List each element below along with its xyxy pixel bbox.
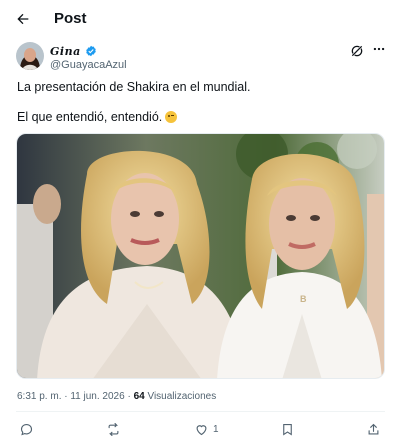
avatar[interactable]: [16, 42, 44, 70]
tweet-text-line-1: La presentación de Shakira en el mundial…: [17, 80, 251, 94]
like-button[interactable]: 1: [194, 420, 219, 438]
repost-icon: [108, 422, 119, 436]
reply-icon: [20, 423, 33, 435]
tweet-text-line-2-content: El que entendió, entendió.: [17, 110, 163, 124]
bookmark-icon: [283, 423, 292, 436]
views-count: 64: [133, 391, 145, 402]
top-bar: Post: [0, 0, 400, 36]
grok-icon: [351, 45, 363, 57]
page-title: Post: [54, 10, 87, 27]
verified-badge-icon: [85, 45, 97, 57]
post-date[interactable]: 11 jun. 2026: [70, 391, 124, 402]
arrow-left-icon: [17, 13, 29, 25]
grok-button[interactable]: [350, 44, 364, 58]
svg-text:B: B: [300, 294, 307, 304]
share-button[interactable]: [366, 420, 381, 438]
repost-button[interactable]: [106, 420, 121, 438]
avatar-image: [16, 42, 44, 70]
tweet-media[interactable]: B: [16, 133, 385, 379]
media-image: B: [17, 134, 384, 378]
post-meta: 6:31 p. m. · 11 jun. 2026 · 64 Visualiza…: [17, 391, 216, 402]
share-icon: [368, 423, 379, 434]
action-bar: 1: [16, 420, 385, 440]
reply-button[interactable]: [19, 420, 34, 438]
more-options-button[interactable]: [372, 42, 386, 59]
post-time[interactable]: 6:31 p. m.: [17, 391, 61, 402]
winking-face-icon: [165, 111, 178, 123]
meta-separator-2: ·: [124, 391, 134, 402]
more-dots-icon: [373, 47, 385, 51]
like-count: 1: [213, 423, 219, 435]
handle[interactable]: @GuayacaAzul: [50, 59, 127, 71]
author-row: Gina @GuayacaAzul: [16, 42, 386, 72]
display-name[interactable]: Gina: [50, 45, 81, 58]
divider: [16, 411, 385, 412]
tweet-text-line-2: El que entendió, entendió.: [17, 110, 178, 124]
back-button[interactable]: [12, 8, 34, 30]
bookmark-button[interactable]: [280, 420, 295, 438]
heart-icon: [196, 424, 207, 435]
views-label: Visualizaciones: [144, 391, 217, 402]
